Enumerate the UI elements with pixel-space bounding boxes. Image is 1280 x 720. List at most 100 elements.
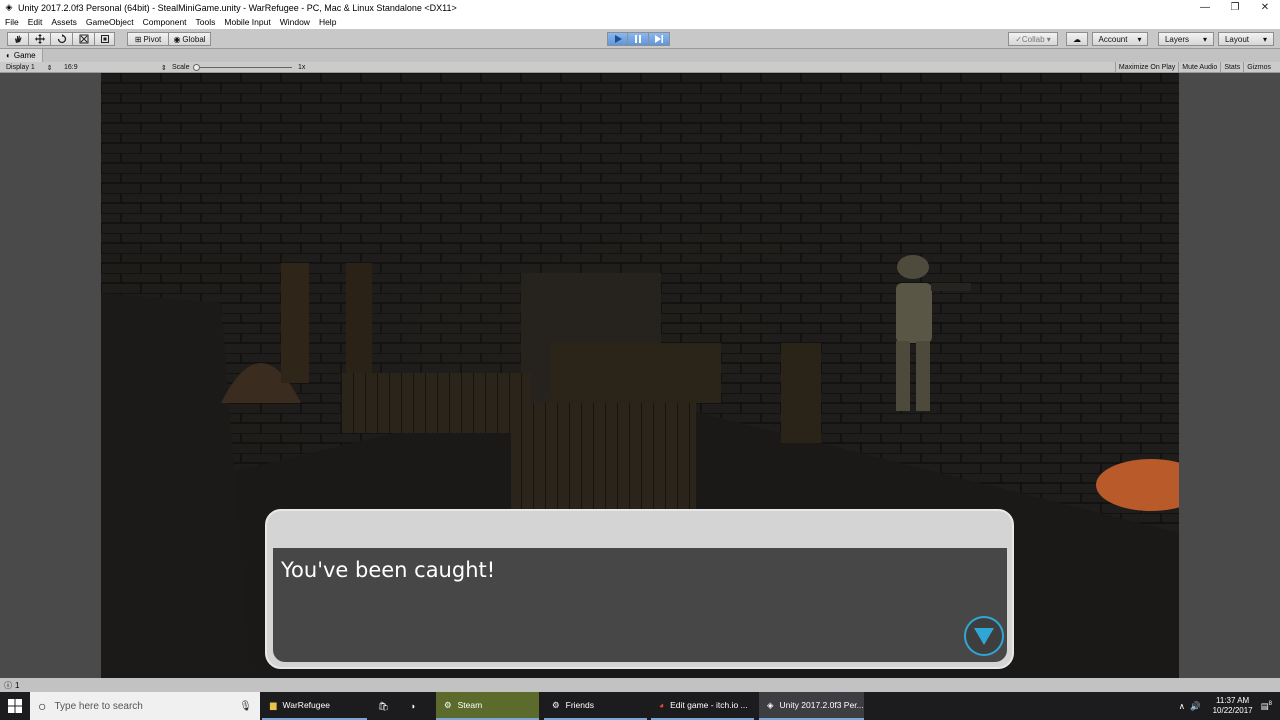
layers-group: Layers ▾ [1158, 32, 1214, 46]
gizmos-dropdown[interactable]: Gizmos [1243, 62, 1274, 73]
search-placeholder: Type here to search [54, 700, 143, 712]
menu-component[interactable]: Component [143, 17, 187, 27]
rect-icon [100, 35, 109, 43]
collab-button[interactable]: ✓ Collab ▾ [1008, 32, 1058, 46]
stats-toggle[interactable]: Stats [1220, 62, 1243, 73]
steam-friends-icon: ⚙ [552, 699, 560, 710]
cloud-icon: ☁ [1073, 34, 1081, 44]
menu-edit[interactable]: Edit [28, 17, 43, 27]
layers-dropdown[interactable]: Layers ▾ [1158, 32, 1214, 46]
scale-value: 1x [298, 64, 306, 71]
play-button[interactable] [607, 32, 628, 46]
game-tab-bar: ◐ Game [0, 49, 1280, 62]
aspect-arrow[interactable]: ⇕ [161, 62, 167, 73]
scale-tool-button[interactable] [73, 32, 95, 46]
check-icon: ✓ [1015, 34, 1022, 44]
menu-gameobject[interactable]: GameObject [86, 17, 134, 27]
step-icon [655, 35, 663, 43]
dialog-box: You've been caught! [265, 509, 1014, 669]
dropdown-arrow-icon: ⇕ [161, 64, 167, 72]
taskbar-app-chrome[interactable]: ◕ Edit game - itch.io ... [651, 692, 754, 720]
minimize-button[interactable]: — [1190, 0, 1220, 15]
menu-assets[interactable]: Assets [51, 17, 77, 27]
globe-icon: ◉ [173, 34, 181, 44]
account-dropdown[interactable]: Account ▾ [1092, 32, 1148, 46]
cloud-button[interactable]: ☁ [1066, 32, 1088, 46]
notification-icon[interactable]: ▤8 [1261, 701, 1272, 712]
chrome-icon: ◕ [659, 700, 665, 710]
menu-window[interactable]: Window [280, 17, 310, 27]
wood-column [281, 263, 309, 383]
taskbar-app-unity[interactable]: ◈ Unity 2017.2.0f3 Per... [759, 692, 864, 720]
cloud-group: ☁ [1066, 32, 1088, 46]
dropdown-arrow-icon: ▾ [1263, 34, 1268, 44]
menu-tools[interactable]: Tools [196, 17, 216, 27]
maximize-on-play-toggle[interactable]: Maximize On Play [1114, 62, 1178, 73]
taskbar: ○ Type here to search 🎙 ▆ WarRefugee 🛍 ◑… [0, 692, 1280, 720]
dialog-content: You've been caught! [273, 548, 1007, 662]
volume-icon[interactable]: 🔊 [1190, 701, 1201, 712]
scale-icon [79, 34, 88, 44]
transform-tools [7, 32, 115, 46]
hand-tool-button[interactable] [7, 32, 29, 46]
status-bar: ⓘ 1 [0, 678, 1280, 692]
pivot-toggle[interactable]: ⊞ Pivot [127, 32, 169, 46]
game-view-toolbar: Display 1 ⇕ 16:9 ⇕ Scale 1x Maximize On … [0, 62, 1280, 73]
display-dropdown[interactable]: Display 1 ⇕ [6, 62, 53, 73]
menu-help[interactable]: Help [319, 17, 336, 27]
menu-mobile-input[interactable]: Mobile Input [224, 17, 270, 27]
hand-icon [15, 35, 22, 43]
clock[interactable]: 11:37 AM 10/22/2017 [1213, 696, 1253, 716]
store-icon[interactable]: 🛍 [378, 692, 389, 720]
taskbar-app-steam[interactable]: ⚙ Steam [436, 692, 539, 720]
system-tray: ∧ 🔊 11:37 AM 10/22/2017 ▤8 [1179, 692, 1280, 720]
mute-audio-toggle[interactable]: Mute Audio [1178, 62, 1220, 73]
crate [781, 343, 821, 443]
wood-column [346, 263, 372, 373]
unity-icon: ◈ [767, 699, 774, 710]
taskbar-search[interactable]: ○ Type here to search 🎙 [30, 692, 260, 720]
dropdown-arrow-icon: ▾ [1137, 34, 1142, 44]
rotate-tool-button[interactable] [51, 32, 73, 46]
taskbar-app-warrefugee[interactable]: ▆ WarRefugee [262, 692, 367, 720]
global-toggle[interactable]: ◉ Global [169, 32, 211, 46]
layout-dropdown[interactable]: Layout ▾ [1218, 32, 1274, 46]
collab-group: ✓ Collab ▾ [1008, 32, 1058, 46]
info-icon: ⓘ [4, 680, 12, 690]
crate [341, 373, 531, 433]
windows-start-button[interactable] [8, 692, 22, 720]
window-title: Unity 2017.2.0f3 Personal (64bit) - Stea… [18, 2, 457, 13]
unity-hub-icon[interactable]: ◑ [410, 692, 415, 720]
steam-icon: ⚙ [444, 699, 452, 710]
dropdown-arrow-icon: ⇕ [46, 64, 53, 72]
console-count: 1 [15, 680, 20, 690]
step-button[interactable] [649, 32, 670, 46]
scale-slider-handle[interactable] [193, 64, 200, 71]
play-controls [607, 32, 670, 46]
game-controller-icon: ◐ [6, 51, 11, 60]
microphone-icon: 🎙 [239, 700, 252, 712]
dialog-advance-button[interactable] [964, 616, 1004, 656]
account-group: Account ▾ [1092, 32, 1148, 46]
crate [511, 403, 696, 513]
folder-icon: ▆ [270, 699, 277, 710]
aspect-dropdown[interactable]: 16:9 [64, 62, 78, 73]
move-tool-button[interactable] [29, 32, 51, 46]
rect-tool-button[interactable] [95, 32, 115, 46]
triangle-down-icon [974, 628, 994, 645]
restore-button[interactable]: ❐ [1220, 0, 1250, 15]
layout-group: Layout ▾ [1218, 32, 1274, 46]
unity-icon: ◈ [5, 2, 13, 12]
scale-slider-track[interactable] [196, 67, 292, 68]
chevron-up-icon[interactable]: ∧ [1179, 701, 1185, 712]
pause-button[interactable] [628, 32, 649, 46]
move-icon [34, 34, 45, 44]
tab-game[interactable]: ◐ Game [0, 49, 43, 62]
cortana-icon: ○ [38, 698, 47, 714]
crate [551, 343, 721, 403]
taskbar-app-friends[interactable]: ⚙ Friends [544, 692, 647, 720]
menu-file[interactable]: File [5, 17, 19, 27]
close-button[interactable]: ✕ [1250, 0, 1280, 15]
play-icon [614, 35, 622, 43]
windows-icon [8, 699, 22, 713]
